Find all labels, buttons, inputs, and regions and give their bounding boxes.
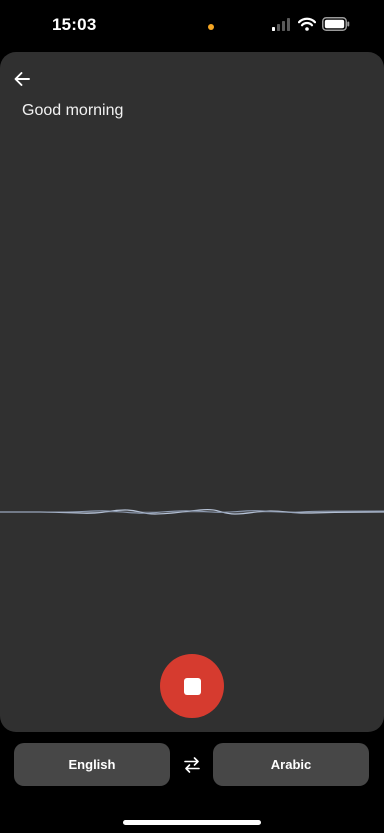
- target-language-button[interactable]: Arabic: [213, 743, 369, 786]
- signal-icon: [272, 18, 290, 31]
- status-bar: 15:03: [0, 0, 384, 52]
- audio-waveform: [0, 508, 384, 515]
- translate-conversation-screen: 15:03 Good morning English Arabic: [0, 0, 384, 833]
- source-language-label: English: [68, 757, 116, 772]
- privacy-indicator-dot: [208, 24, 214, 30]
- transcription-panel: Good morning: [0, 52, 384, 732]
- back-button[interactable]: [8, 65, 36, 93]
- target-language-label: Arabic: [270, 757, 312, 772]
- language-bar: English Arabic: [0, 743, 384, 787]
- stop-recording-button[interactable]: [160, 654, 224, 718]
- stop-icon: [183, 677, 201, 695]
- arrow-left-icon: [14, 72, 30, 86]
- status-time: 15:03: [52, 15, 97, 34]
- source-language-button[interactable]: English: [14, 743, 170, 786]
- wifi-icon: [298, 17, 316, 31]
- swap-languages-button[interactable]: [178, 751, 206, 779]
- swap-icon: [184, 757, 200, 773]
- transcript-text: Good morning: [22, 102, 124, 119]
- battery-icon: [322, 17, 350, 31]
- home-indicator[interactable]: [123, 820, 261, 825]
- status-icons: [272, 17, 350, 31]
